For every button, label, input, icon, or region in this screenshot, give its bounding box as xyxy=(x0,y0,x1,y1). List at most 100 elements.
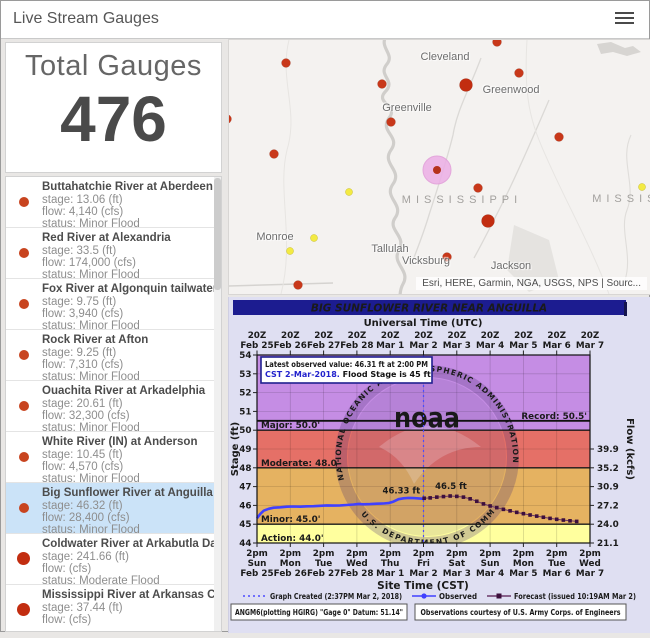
flow-tick: 24.0 xyxy=(597,520,619,530)
gauge-marker[interactable] xyxy=(474,184,483,193)
list-item[interactable]: Red River at Alexandriastage: 33.5 (ft)f… xyxy=(6,228,221,279)
top-axis-hour: 20Z xyxy=(314,331,333,341)
river-line xyxy=(474,100,549,258)
top-axis-hour: 20Z xyxy=(248,331,267,341)
gauge-flow: flow: 28,400 (cfs) xyxy=(42,512,215,524)
stage-axis-label: Stage (ft) xyxy=(230,422,241,476)
bottom-axis-date: Mar 4 xyxy=(476,569,504,579)
forecast-point xyxy=(468,497,472,501)
gauge-name: Rock River at Afton xyxy=(42,334,215,347)
map-canvas[interactable]: ClevelandGreenvilleGreenwoodMonroeTallul… xyxy=(228,39,650,295)
zone-label-minor: Minor: 45.0' xyxy=(261,515,320,525)
forecast-point xyxy=(515,511,519,515)
map-attribution: Esri, HERE, Garmin, NGA, USGS, NPS | Sou… xyxy=(416,277,647,290)
bottom-axis-date: Mar 6 xyxy=(543,569,571,579)
hamburger-menu-icon[interactable] xyxy=(615,12,634,26)
app-window: Live Stream Gauges Total Gauges 476 Butt… xyxy=(0,0,650,632)
bottom-axis-day: Tue xyxy=(548,559,565,569)
bottom-axis-day: Wed xyxy=(579,559,601,569)
app-header: Live Stream Gauges xyxy=(1,1,649,39)
gauge-stage: stage: 13.06 (ft) xyxy=(42,194,215,206)
gauge-list[interactable]: Buttahatchie River at Aberdeenstage: 13.… xyxy=(5,176,222,632)
stage-tick: 53 xyxy=(239,370,251,380)
gauge-marker[interactable] xyxy=(555,133,564,142)
gauge-marker[interactable] xyxy=(270,150,279,159)
bottom-axis-day: Sat xyxy=(449,559,465,569)
forecast-point xyxy=(488,504,492,508)
latest-observed-line2: CST 2-Mar-2018. Flood Stage is 45 ft xyxy=(265,370,431,379)
top-axis-hour: 20Z xyxy=(447,331,466,341)
gauge-marker[interactable] xyxy=(493,40,502,47)
gauge-marker[interactable] xyxy=(282,59,291,68)
city-label: Vicksburg xyxy=(402,255,450,267)
top-axis-date: Mar 2 xyxy=(409,341,437,351)
top-axis-hour: 20Z xyxy=(348,331,367,341)
stage-tick: 49 xyxy=(239,445,251,455)
gauge-name: Coldwater River at Arkabutla Dam xyxy=(42,538,215,551)
forecast-point xyxy=(535,514,539,518)
forecast-point xyxy=(462,495,466,499)
gauge-marker-large[interactable] xyxy=(460,79,473,92)
bottom-axis-date: Feb 27 xyxy=(307,569,340,579)
scrollbar-thumb[interactable] xyxy=(214,178,221,290)
list-item[interactable]: Mississippi River at Arkansas Citystage:… xyxy=(6,585,221,632)
bottom-axis-date: Mar 3 xyxy=(443,569,471,579)
gauge-marker-large[interactable] xyxy=(482,215,495,228)
stage-tick: 47 xyxy=(239,483,251,493)
zone-label-major: Major: 50.0' xyxy=(261,421,320,431)
list-item[interactable]: Big Sunflower River at Anguillastage: 46… xyxy=(6,483,221,534)
flow-tick: 30.9 xyxy=(597,483,619,493)
hydrograph-panel: BIG SUNFLOWER RIVER NEAR ANGUILLAUnivers… xyxy=(228,297,650,633)
gauge-name: Mississippi River at Arkansas City xyxy=(42,589,215,602)
top-axis-hour: 20Z xyxy=(581,331,600,341)
legend-observed: Observed xyxy=(439,591,477,601)
gauge-name: Fox River at Algonquin tailwater xyxy=(42,283,215,296)
city-label: Monroe xyxy=(256,231,293,243)
list-item[interactable]: Coldwater River at Arkabutla Damstage: 2… xyxy=(6,534,221,585)
forecast-point xyxy=(475,499,479,503)
forecast-point xyxy=(502,508,506,512)
top-axis-hour: 20Z xyxy=(514,331,533,341)
bottom-axis-day: Fri xyxy=(417,559,430,569)
total-gauges-value: 476 xyxy=(6,87,221,151)
gauge-stage: stage: 20.61 (ft) xyxy=(42,398,215,410)
gauge-marker[interactable] xyxy=(515,69,524,78)
flow-tick: 35.2 xyxy=(597,464,619,474)
stage-tick: 50 xyxy=(239,426,251,436)
gauge-marker[interactable] xyxy=(294,281,303,290)
bottom-axis-hour: 2pm xyxy=(313,549,335,559)
list-item[interactable]: Buttahatchie River at Aberdeenstage: 13.… xyxy=(6,177,221,228)
gauge-stage: stage: 9.25 (ft) xyxy=(42,347,215,359)
list-scrollbar[interactable] xyxy=(214,177,221,631)
list-item[interactable]: Rock River at Aftonstage: 9.25 (ft)flow:… xyxy=(6,330,221,381)
bottom-axis-hour: 2pm xyxy=(280,549,302,559)
gauge-marker-yellow[interactable] xyxy=(287,248,294,255)
forecast-point xyxy=(575,520,579,524)
top-axis-date: Mar 3 xyxy=(443,341,471,351)
gauge-stage: stage: 241.66 (ft) xyxy=(42,551,215,563)
forecast-point xyxy=(448,494,452,498)
forecast-point xyxy=(442,495,446,499)
gauge-marker[interactable] xyxy=(229,115,232,124)
gauge-marker[interactable] xyxy=(387,118,396,127)
gauge-marker-yellow[interactable] xyxy=(311,235,318,242)
total-gauges-label: Total Gauges xyxy=(6,50,221,83)
gauge-marker-yellow[interactable] xyxy=(346,189,353,196)
gauge-marker[interactable] xyxy=(378,80,387,89)
list-item[interactable]: Ouachita River at Arkadelphiastage: 20.6… xyxy=(6,381,221,432)
top-axis-date: Mar 4 xyxy=(476,341,504,351)
city-label: Greenville xyxy=(382,102,432,114)
state-boundary xyxy=(229,283,333,286)
selected-gauge-marker[interactable] xyxy=(433,166,441,174)
top-axis-date: Mar 5 xyxy=(509,341,537,351)
list-item[interactable]: Fox River at Algonquin tailwaterstage: 9… xyxy=(6,279,221,330)
top-axis-hour: 20Z xyxy=(547,331,566,341)
gauge-marker-yellow[interactable] xyxy=(639,184,646,191)
gauge-stage: stage: 33.5 (ft) xyxy=(42,245,215,257)
top-axis-date: Mar 1 xyxy=(376,341,404,351)
latest-observed-line1: Latest observed value: 46.31 ft at 2:00 … xyxy=(265,360,428,369)
forecast-point xyxy=(555,518,559,522)
gauge-flow: flow: 174,000 (cfs) xyxy=(42,257,215,269)
gauge-status-dot-icon xyxy=(19,503,29,513)
list-item[interactable]: White River (IN) at Andersonstage: 10.45… xyxy=(6,432,221,483)
